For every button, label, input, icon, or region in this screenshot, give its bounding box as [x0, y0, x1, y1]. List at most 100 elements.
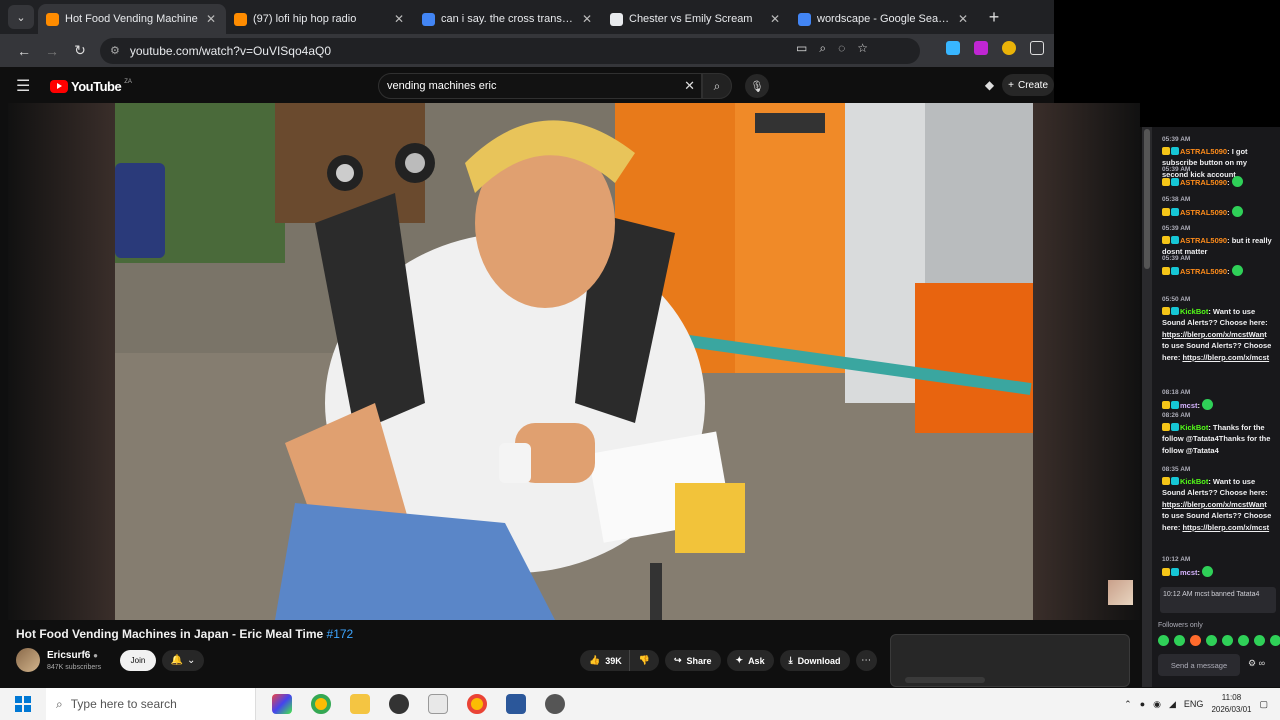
- badge-icon: [1162, 400, 1170, 409]
- message-user[interactable]: ASTRAL5090: [1180, 208, 1227, 217]
- subscription-bell-button[interactable]: 🔔 ⌄: [162, 650, 204, 671]
- browser-tab[interactable]: wordscape - Google Search ✕: [790, 4, 978, 34]
- share-button[interactable]: ↪ Share: [664, 650, 721, 671]
- chat-scroll-thumb[interactable]: [1144, 129, 1150, 269]
- zoom-icon[interactable]: ⌕: [819, 41, 826, 56]
- close-tab-icon[interactable]: ✕: [768, 12, 782, 26]
- clear-search-icon[interactable]: ✕: [684, 78, 695, 94]
- message-user[interactable]: KickBot: [1180, 307, 1208, 316]
- more-actions-button[interactable]: ⋯: [855, 650, 877, 671]
- chat-message: 05:38 AM ASTRAL5090:: [1162, 194, 1274, 218]
- message-link[interactable]: https://blerp.com/x/mcst: [1182, 353, 1269, 362]
- message-text: :: [1227, 266, 1230, 276]
- message-link[interactable]: https://blerp.com/x/mcstWan: [1162, 330, 1264, 339]
- file-explorer-icon[interactable]: [350, 694, 370, 714]
- message-link[interactable]: https://blerp.com/x/mcstWan: [1162, 500, 1264, 509]
- network-icon[interactable]: ◉: [1153, 699, 1161, 710]
- browser-tab[interactable]: Hot Food Vending Machine ✕: [38, 4, 226, 34]
- close-tab-icon[interactable]: ✕: [580, 12, 594, 26]
- send-message-input[interactable]: Send a message: [1158, 654, 1240, 676]
- like-button[interactable]: 👍 39K: [580, 650, 629, 671]
- voice-search-icon[interactable]: 🎙: [745, 74, 769, 98]
- cast-icon[interactable]: ▭: [796, 41, 807, 56]
- microphone-icon[interactable]: ●: [1140, 699, 1145, 709]
- message-user[interactable]: KickBot: [1180, 423, 1208, 432]
- app-icon[interactable]: [545, 694, 565, 714]
- emote-icon[interactable]: [1238, 635, 1249, 646]
- emote-icon[interactable]: [1270, 635, 1280, 646]
- message-user[interactable]: mcst: [1180, 568, 1198, 577]
- youtube-logo[interactable]: YouTube ZA: [50, 79, 132, 94]
- emote-icon[interactable]: [1158, 635, 1169, 646]
- message-text: :: [1197, 567, 1201, 577]
- notifications-icon[interactable]: ▢: [1259, 699, 1268, 710]
- recommendation-card[interactable]: [890, 634, 1130, 687]
- chat-scrollbar[interactable]: [1142, 127, 1152, 687]
- back-button[interactable]: ←: [10, 43, 38, 59]
- snipping-tool-icon[interactable]: [428, 694, 448, 714]
- new-tab-button[interactable]: +: [982, 5, 1006, 29]
- dislike-button[interactable]: 👎: [628, 650, 659, 671]
- emote-icon[interactable]: [1206, 635, 1217, 646]
- chrome-icon[interactable]: [311, 694, 331, 714]
- message-user[interactable]: ASTRAL5090: [1180, 267, 1227, 276]
- plus-icon: +: [1008, 79, 1014, 91]
- eye-off-icon[interactable]: ◌: [838, 41, 845, 56]
- close-tab-icon[interactable]: ✕: [392, 12, 406, 26]
- emote-icon[interactable]: [1174, 635, 1185, 646]
- extension-icon[interactable]: [946, 41, 960, 55]
- join-button[interactable]: Join: [120, 650, 156, 671]
- language-indicator[interactable]: ENG: [1184, 699, 1204, 709]
- obs-icon[interactable]: [389, 694, 409, 714]
- message-time: 05:39 AM: [1162, 225, 1191, 232]
- extension-ghost-icon[interactable]: ◆: [985, 78, 994, 92]
- search-input[interactable]: vending machines eric ✕: [378, 73, 702, 99]
- menu-icon[interactable]: ☰: [16, 76, 42, 96]
- forward-button[interactable]: →: [38, 43, 66, 59]
- episode-hashtag[interactable]: #172: [327, 627, 354, 641]
- browser-tab[interactable]: can i say. the cross transference ✕: [414, 4, 602, 34]
- ban-notice: 10:12 AM mcst banned Tatata4: [1160, 587, 1276, 613]
- copilot-icon[interactable]: [272, 694, 292, 714]
- extension-icon[interactable]: [1002, 41, 1016, 55]
- close-tab-icon[interactable]: ✕: [956, 12, 970, 26]
- message-user[interactable]: KickBot: [1180, 477, 1208, 486]
- search-button[interactable]: ⌕: [702, 73, 732, 99]
- browser-tab[interactable]: Chester vs Emily Scream ✕: [602, 4, 790, 34]
- badge-icon: [1162, 306, 1170, 315]
- region-code: ZA: [124, 78, 132, 85]
- emote-icon[interactable]: [1254, 635, 1265, 646]
- ask-button[interactable]: ✦ Ask: [726, 650, 774, 671]
- emote-icon[interactable]: [1222, 635, 1233, 646]
- message-link[interactable]: https://blerp.com/x/mcst: [1182, 523, 1269, 532]
- close-tab-icon[interactable]: ✕: [204, 12, 218, 26]
- message-user[interactable]: ASTRAL5090: [1180, 236, 1227, 245]
- message-user[interactable]: ASTRAL5090: [1180, 178, 1227, 187]
- volume-icon[interactable]: ◢: [1169, 699, 1176, 710]
- extension-icon[interactable]: [974, 41, 988, 55]
- video-player[interactable]: [115, 103, 1033, 620]
- extensions-puzzle-icon[interactable]: [1030, 41, 1044, 55]
- omnibox-actions: ▭ ⌕ ◌ ☆: [796, 41, 868, 56]
- tab-search-button[interactable]: ⌄: [8, 5, 34, 29]
- word-icon[interactable]: [506, 694, 526, 714]
- tab-title: Chester vs Emily Scream: [629, 13, 753, 25]
- create-button[interactable]: + Create: [1002, 74, 1054, 96]
- start-button[interactable]: [0, 696, 46, 712]
- bookmark-star-icon[interactable]: ☆: [857, 41, 868, 56]
- chrome-profile-icon[interactable]: [467, 694, 487, 714]
- emote-icon[interactable]: [1190, 635, 1201, 646]
- message-user[interactable]: mcst: [1180, 401, 1198, 410]
- site-info-icon[interactable]: ⚙: [110, 44, 120, 57]
- windows-logo-icon: [15, 696, 31, 712]
- download-button[interactable]: ⤓ Download: [779, 650, 850, 671]
- browser-tab[interactable]: (97) lofi hip hop radio ✕: [226, 4, 414, 34]
- message-user[interactable]: ASTRAL5090: [1180, 147, 1227, 156]
- clock[interactable]: 11:08 2026/03/01: [1211, 692, 1251, 716]
- chevron-up-icon[interactable]: ⌃: [1124, 699, 1132, 710]
- channel-name[interactable]: Ericsurf6 ●: [47, 650, 98, 661]
- chat-settings-icons[interactable]: ⚙ ∞: [1248, 658, 1265, 669]
- channel-avatar[interactable]: [16, 648, 40, 672]
- reload-button[interactable]: ↻: [66, 42, 94, 59]
- taskbar-search[interactable]: ⌕ Type here to search: [46, 688, 256, 720]
